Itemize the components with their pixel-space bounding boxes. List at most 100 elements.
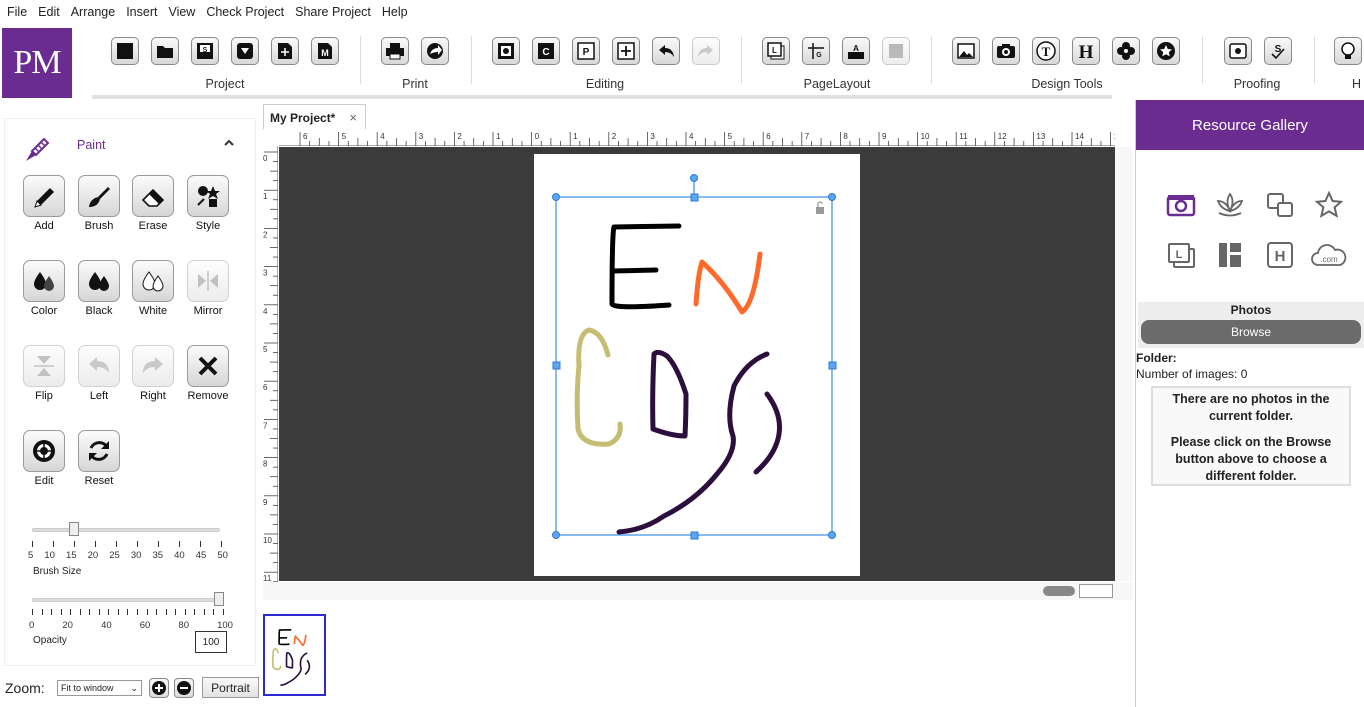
browse-button[interactable]: Browse (1141, 320, 1361, 344)
undo-icon[interactable] (652, 37, 680, 65)
brush-tool[interactable]: Brush (71, 175, 127, 232)
ruler-label: 6 (766, 132, 771, 141)
toggle-switch[interactable] (1043, 586, 1075, 596)
cloud-icon[interactable]: .com (1310, 239, 1348, 271)
brush-size-thumb[interactable] (69, 522, 79, 536)
ribbon-divider (471, 36, 472, 84)
shapes-icon[interactable] (1264, 189, 1296, 221)
vertical-scrollbar[interactable] (1115, 147, 1133, 581)
menu-edit[interactable]: Edit (38, 5, 60, 19)
collapse-chevron-icon[interactable] (223, 137, 235, 152)
black-tool[interactable]: Black (71, 260, 127, 317)
save-icon[interactable]: S (191, 37, 219, 65)
svg-text:L: L (772, 46, 777, 55)
paint-drawing[interactable] (534, 154, 860, 576)
lotus-icon[interactable] (1214, 189, 1246, 221)
save-as-icon[interactable] (231, 37, 259, 65)
orientation-button[interactable]: Portrait (202, 677, 259, 698)
zoom-in-button[interactable] (149, 678, 169, 698)
insert-clipart-icon[interactable]: C (532, 37, 560, 65)
svg-text:C: C (542, 47, 549, 58)
vertical-ruler: 0 1 2 3 4 5 6 7 8 9 10 11 (262, 146, 278, 602)
add-tool[interactable]: Add (16, 175, 72, 232)
tab-my-project[interactable]: My Project* × (263, 104, 366, 129)
new-project-icon[interactable] (111, 37, 139, 65)
star-badge-icon[interactable] (1152, 37, 1180, 65)
page-thumbnail[interactable] (263, 614, 326, 696)
background-icon[interactable]: A (842, 37, 870, 65)
camera-icon[interactable] (992, 37, 1020, 65)
menu-insert[interactable]: Insert (126, 5, 157, 19)
menu-file[interactable]: File (7, 5, 27, 19)
zoom-out-button[interactable] (174, 678, 194, 698)
opacity-thumb[interactable] (214, 592, 224, 606)
mirror-tool[interactable]: Mirror (180, 260, 236, 317)
opacity-value-input[interactable]: 100 (195, 631, 227, 653)
redo-icon[interactable] (692, 37, 720, 65)
insert-box-icon[interactable] (612, 37, 640, 65)
insert-picture-frame-icon[interactable]: P (572, 37, 600, 65)
white-tool[interactable]: White (125, 260, 181, 317)
preview-icon[interactable] (1224, 37, 1252, 65)
close-icon[interactable]: × (349, 110, 357, 125)
menu-arrange[interactable]: Arrange (71, 5, 115, 19)
document-page[interactable] (534, 154, 860, 576)
remove-tool[interactable]: Remove (180, 345, 236, 402)
opacity-slider[interactable] (32, 598, 220, 602)
ruler-label: 10 (921, 132, 930, 141)
help-bulb-icon[interactable] (1334, 37, 1362, 65)
menu-share-project[interactable]: Share Project (295, 5, 371, 19)
svg-text:M: M (321, 48, 329, 58)
text-icon[interactable]: T (1032, 37, 1060, 65)
heading-icon[interactable]: H (1072, 37, 1100, 65)
ruler-label: 8 (843, 132, 848, 141)
print-icon[interactable] (381, 37, 409, 65)
flip-tool[interactable]: Flip (16, 345, 72, 402)
page-setup-icon[interactable] (882, 37, 910, 65)
design-canvas[interactable] (279, 147, 1115, 581)
svg-text:.com: .com (1320, 255, 1338, 264)
layout-icon[interactable]: L (1165, 239, 1197, 271)
rotate-right-tool[interactable]: Right (125, 345, 181, 402)
corner-handle (552, 193, 560, 201)
color-tool[interactable]: Color (16, 260, 72, 317)
layout-icon[interactable]: L (762, 37, 790, 65)
page-field[interactable] (1079, 584, 1113, 598)
grid-icon[interactable] (1214, 239, 1246, 271)
ruler-label: 13 (1036, 132, 1045, 141)
zoom-select[interactable]: Fit to window ⌄ (57, 680, 142, 696)
guides-icon[interactable]: G (802, 37, 830, 65)
thumbnail-preview (272, 629, 311, 687)
star-icon[interactable] (1313, 189, 1345, 221)
minus-circle-icon (177, 681, 191, 695)
rotate-left-tool[interactable]: Left (71, 345, 127, 402)
flower-icon[interactable] (1112, 37, 1140, 65)
photo-icon[interactable] (952, 37, 980, 65)
brush-size-ticks (32, 541, 222, 547)
spellcheck-icon[interactable]: S (1264, 37, 1292, 65)
open-folder-icon[interactable] (151, 37, 179, 65)
style-tool[interactable]: Style (180, 175, 236, 232)
menu-check-project[interactable]: Check Project (206, 5, 284, 19)
erase-tool[interactable]: Erase (125, 175, 181, 232)
horizontal-scrollbar[interactable] (263, 582, 1133, 600)
add-page-icon[interactable] (271, 37, 299, 65)
heading-icon[interactable]: H (1264, 239, 1296, 271)
corner-handle (828, 531, 836, 539)
ribbon-scrollbar[interactable] (92, 95, 1112, 99)
pencil-icon (23, 175, 65, 217)
export-icon[interactable] (421, 37, 449, 65)
mirror-icon (187, 260, 229, 302)
photos-title: Photos (1230, 303, 1272, 317)
master-page-icon[interactable]: M (311, 37, 339, 65)
reset-tool[interactable]: Reset (71, 430, 127, 487)
camera-icon[interactable] (1165, 189, 1197, 221)
menu-help[interactable]: Help (382, 5, 408, 19)
horizontal-ruler-ticks: 6543210123456789101112131415 (299, 132, 1140, 146)
ruler-label: 3 (419, 132, 424, 141)
menu-view[interactable]: View (168, 5, 195, 19)
brush-size-slider[interactable] (32, 528, 220, 532)
edit-tool[interactable]: Edit (16, 430, 72, 487)
insert-image-icon[interactable] (492, 37, 520, 65)
app-logo: PM (2, 28, 72, 98)
